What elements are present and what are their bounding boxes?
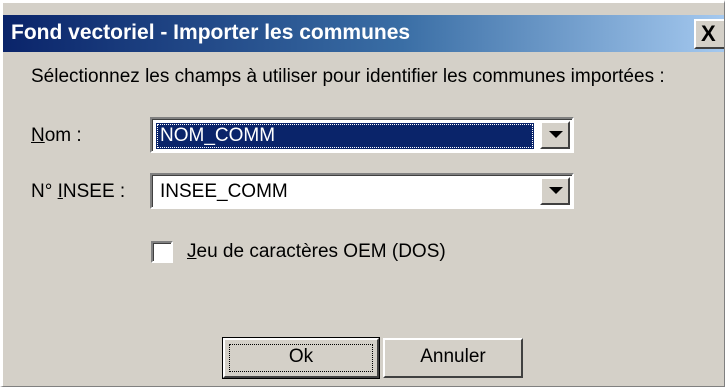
nom-select-value: NOM_COMM	[156, 123, 534, 149]
instruction-text: Sélectionnez les champs à utiliser pour …	[31, 66, 665, 87]
oem-checkbox-label-mnemonic: J	[187, 241, 197, 262]
insee-select-value: INSEE_COMM	[160, 181, 288, 202]
nom-select[interactable]: NOM_COMM	[150, 117, 574, 153]
title-bar[interactable]: Fond vectoriel - Importer les communes X	[3, 15, 724, 52]
oem-checkbox[interactable]	[151, 241, 173, 263]
chevron-down-icon	[549, 131, 563, 138]
cancel-button[interactable]: Annuler	[383, 338, 523, 378]
insee-label-rest: NSEE :	[62, 181, 126, 202]
oem-checkbox-label[interactable]: Jeu de caractères OEM (DOS)	[187, 240, 446, 264]
cancel-button-label: Annuler	[420, 346, 486, 367]
dialog-title: Fond vectoriel - Importer les communes	[11, 21, 411, 44]
insee-select[interactable]: INSEE_COMM	[150, 173, 574, 209]
insee-dropdown-button[interactable]	[540, 177, 570, 205]
chevron-down-icon	[549, 187, 563, 194]
close-button[interactable]: X	[694, 19, 724, 49]
ok-button[interactable]: Ok	[222, 337, 380, 379]
nom-label-rest: om :	[44, 125, 82, 146]
close-icon: X	[701, 21, 716, 46]
nom-dropdown-button[interactable]	[540, 121, 570, 149]
oem-checkbox-label-rest: eu de caractères OEM (DOS)	[196, 241, 446, 262]
nom-label-mnemonic: N	[31, 125, 45, 146]
ok-button-label: Ok	[288, 346, 314, 367]
insee-label: N° INSEE :	[31, 180, 125, 204]
dialog-window: Fond vectoriel - Importer les communes X…	[0, 0, 725, 387]
nom-label: Nom :	[31, 124, 82, 148]
insee-label-prefix: N°	[31, 181, 58, 202]
